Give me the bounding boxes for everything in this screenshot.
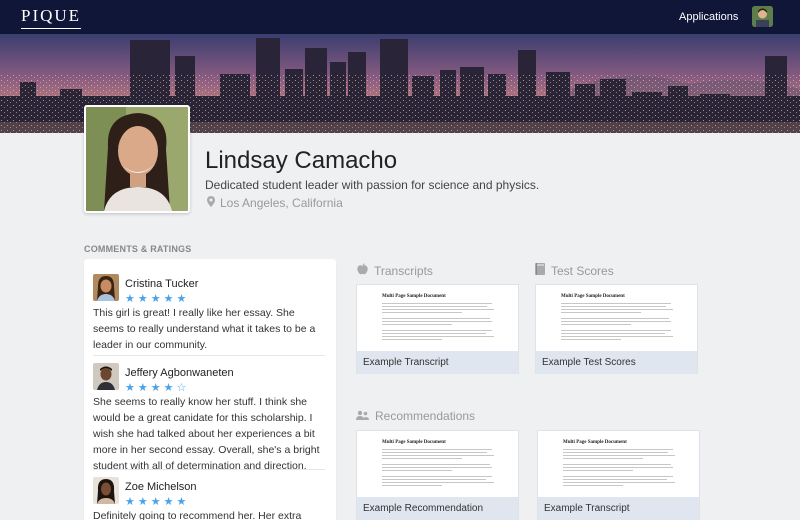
test-scores-heading-text: Test Scores bbox=[551, 263, 614, 278]
document-card-transcript[interactable]: Multi Page Sample Document Example Trans… bbox=[356, 284, 519, 374]
pique-logo[interactable]: PIQUE bbox=[21, 6, 82, 29]
profile-photo bbox=[84, 105, 190, 213]
document-card-label: Example Test Scores bbox=[536, 351, 697, 374]
transcripts-heading-text: Transcripts bbox=[374, 263, 433, 278]
document-preview-title: Multi Page Sample Document bbox=[382, 440, 446, 445]
document-card-recommendation[interactable]: Multi Page Sample Document Example Recom… bbox=[356, 430, 519, 520]
user-avatar[interactable] bbox=[752, 6, 773, 27]
comment-text: This girl is great! I really like her es… bbox=[93, 307, 316, 351]
document-preview: Multi Page Sample Document bbox=[536, 285, 697, 351]
document-preview-title: Multi Page Sample Document bbox=[382, 294, 446, 299]
commenter-name[interactable]: Cristina Tucker bbox=[125, 278, 198, 290]
apple-icon bbox=[357, 263, 368, 278]
comment-divider bbox=[93, 469, 325, 470]
comments-section-title: COMMENTS & RATINGS bbox=[84, 244, 192, 254]
book-icon bbox=[535, 263, 545, 278]
commenter-avatar bbox=[93, 274, 119, 301]
comment-text: She seems to really know her stuff. I th… bbox=[93, 396, 320, 472]
document-card-label: Example Recommendation bbox=[357, 497, 518, 520]
document-preview-title: Multi Page Sample Document bbox=[563, 440, 627, 445]
test-scores-heading: Test Scores bbox=[535, 263, 614, 278]
commenter-name[interactable]: Zoe Michelson bbox=[125, 481, 197, 493]
commenter-name[interactable]: Jeffery Agbonwaneten bbox=[125, 367, 234, 379]
map-pin-icon bbox=[207, 196, 215, 210]
commenter-avatar bbox=[93, 363, 119, 390]
recommendations-heading: Recommendations bbox=[356, 409, 475, 423]
applications-link[interactable]: Applications bbox=[679, 11, 738, 23]
document-preview-title: Multi Page Sample Document bbox=[561, 294, 625, 299]
recommendations-heading-text: Recommendations bbox=[375, 409, 476, 423]
location-text: Los Angeles, California bbox=[220, 196, 343, 210]
transcripts-heading: Transcripts bbox=[357, 263, 433, 278]
star-rating: ★★★★★ bbox=[125, 496, 190, 508]
star-rating: ★★★★☆ bbox=[125, 382, 190, 394]
document-card-label: Example Transcript bbox=[538, 497, 699, 520]
document-card-label: Example Transcript bbox=[357, 351, 518, 374]
commenter-avatar bbox=[93, 477, 119, 504]
comment-text: Definitely going to recommend her. Her e… bbox=[93, 510, 302, 520]
people-icon bbox=[356, 409, 369, 423]
star-rating: ★★★★★ bbox=[125, 293, 190, 305]
document-card-test-scores[interactable]: Multi Page Sample Document Example Test … bbox=[535, 284, 698, 374]
document-card-recommendation-transcript[interactable]: Multi Page Sample Document Example Trans… bbox=[537, 430, 700, 520]
document-preview: Multi Page Sample Document bbox=[538, 431, 699, 497]
document-preview: Multi Page Sample Document bbox=[357, 431, 518, 497]
document-preview: Multi Page Sample Document bbox=[357, 285, 518, 351]
profile-tagline: Dedicated student leader with passion fo… bbox=[205, 178, 540, 192]
profile-name: Lindsay Camacho bbox=[205, 147, 398, 174]
comments-card[interactable]: Cristina Tucker ★★★★★ This girl is great… bbox=[84, 259, 336, 520]
top-nav: PIQUE Applications bbox=[0, 0, 800, 34]
profile-location: Los Angeles, California bbox=[207, 196, 343, 210]
comment-divider bbox=[93, 355, 325, 356]
